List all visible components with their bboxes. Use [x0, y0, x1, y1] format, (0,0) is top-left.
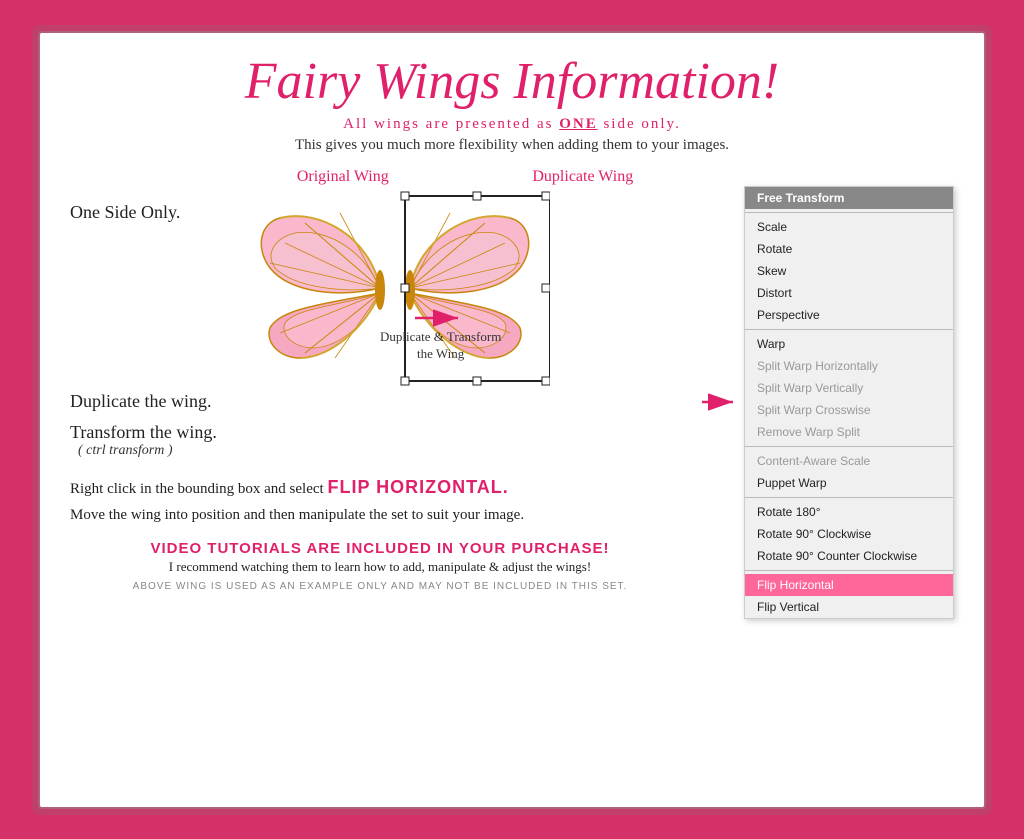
- duplicate-arrow: [413, 309, 468, 327]
- flip-keyword: FLIP HORIZONTAL.: [327, 477, 508, 497]
- menu-skew[interactable]: Skew: [745, 260, 953, 282]
- video-banner: VIDEO TUTORIALS ARE INCLUDED IN YOUR PUR…: [70, 540, 690, 575]
- menu-divider-3: [745, 446, 953, 447]
- menu-flip-vertical[interactable]: Flip Vertical: [745, 596, 953, 618]
- video-main-text: VIDEO TUTORIALS ARE INCLUDED IN YOUR PUR…: [70, 540, 690, 557]
- dup-caption-line2: the Wing: [417, 346, 464, 361]
- menu-rotate-180[interactable]: Rotate 180°: [745, 501, 953, 523]
- menu-split-warp-v: Split Warp Vertically: [745, 377, 953, 399]
- menu-puppet-warp[interactable]: Puppet Warp: [745, 472, 953, 494]
- page-title: Fairy Wings Information!: [70, 53, 954, 110]
- video-sub-text: I recommend watching them to learn how t…: [70, 559, 690, 575]
- menu-flip-horizontal[interactable]: Flip Horizontal: [745, 574, 953, 596]
- menu-split-warp-c: Split Warp Crosswise: [745, 399, 953, 421]
- dup-caption-line1: Duplicate & Transform: [380, 329, 501, 344]
- menu-divider-4: [745, 497, 953, 498]
- menu-distort[interactable]: Distort: [745, 282, 953, 304]
- step-one-side: One Side Only.: [70, 198, 230, 223]
- menu-content-aware: Content-Aware Scale: [745, 450, 953, 472]
- left-column: One Side Only. Original Wing Duplicate W…: [70, 168, 690, 792]
- original-wing-label: Original Wing: [297, 168, 389, 186]
- menu-remove-warp: Remove Warp Split: [745, 421, 953, 443]
- menu-rotate[interactable]: Rotate: [745, 238, 953, 260]
- step-transform: Transform the wing.: [70, 418, 690, 443]
- subtitle: All wings are presented as ONE side only…: [70, 116, 954, 133]
- footer-note: ABOVE WING IS USED AS AN EXAMPLE ONLY AN…: [70, 581, 690, 592]
- description: This gives you much more flexibility whe…: [70, 137, 954, 154]
- menu-free-transform[interactable]: Free Transform: [745, 187, 953, 209]
- context-menu-wrapper: Free Transform Scale Rotate Skew Distort…: [700, 168, 954, 792]
- step-transform-group: Transform the wing. ( ctrl transform ): [70, 418, 690, 459]
- menu-perspective[interactable]: Perspective: [745, 304, 953, 326]
- menu-divider-5: [745, 570, 953, 571]
- menu-split-warp-h: Split Warp Horizontally: [745, 355, 953, 377]
- main-content: One Side Only. Original Wing Duplicate W…: [70, 168, 954, 792]
- menu-divider-1: [745, 212, 953, 213]
- duplicate-wing-label: Duplicate Wing: [532, 168, 633, 186]
- move-instruction: Move the wing into position and then man…: [70, 504, 690, 527]
- menu-scale[interactable]: Scale: [745, 216, 953, 238]
- menu-rotate-90ccw[interactable]: Rotate 90° Counter Clockwise: [745, 545, 953, 567]
- context-menu: Free Transform Scale Rotate Skew Distort…: [744, 186, 954, 619]
- menu-rotate-90cw[interactable]: Rotate 90° Clockwise: [745, 523, 953, 545]
- inner-card: Fairy Wings Information! All wings are p…: [38, 31, 986, 809]
- menu-divider-2: [745, 329, 953, 330]
- step-ctrl-transform: ( ctrl transform ): [78, 443, 690, 459]
- menu-warp[interactable]: Warp: [745, 333, 953, 355]
- flip-instruction: Right click in the bounding box and sele…: [70, 477, 690, 498]
- outer-border: Fairy Wings Information! All wings are p…: [32, 25, 992, 815]
- menu-arrow: [700, 393, 740, 411]
